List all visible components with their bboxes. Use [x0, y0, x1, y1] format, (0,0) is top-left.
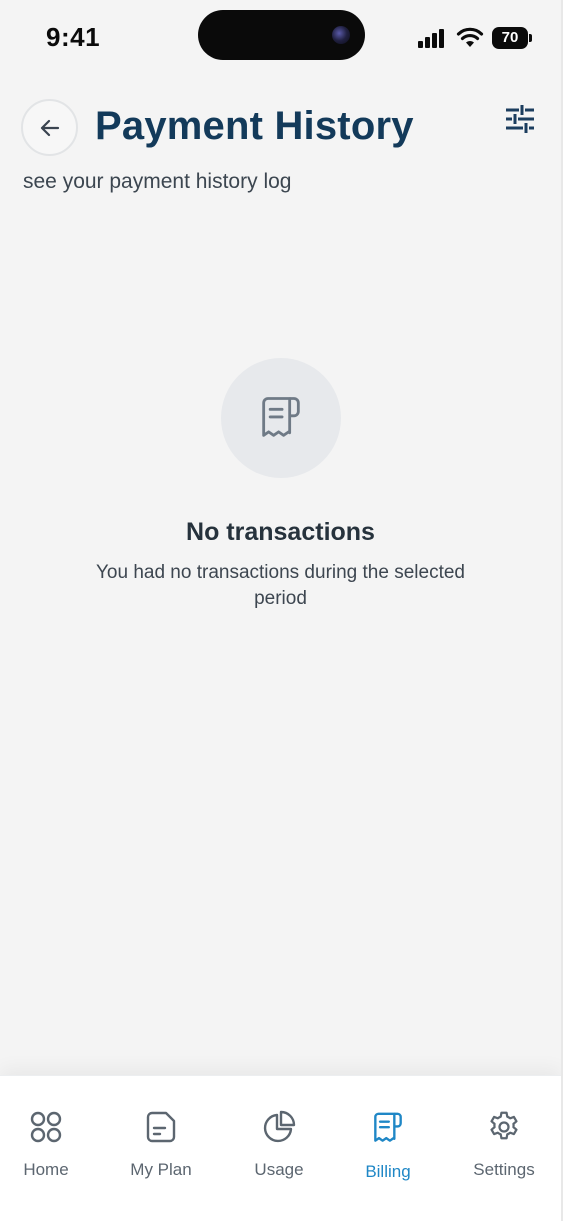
empty-state-title: No transactions [186, 518, 375, 546]
signal-icon [418, 28, 448, 48]
tab-usage[interactable]: Usage [243, 1076, 315, 1221]
status-bar: 9:41 70 [0, 0, 561, 80]
dynamic-island [198, 10, 365, 60]
empty-state-icon-container [221, 358, 341, 478]
empty-state-message: You had no transactions during the selec… [95, 562, 465, 609]
page-title: Payment History [95, 104, 414, 148]
back-button[interactable] [21, 99, 78, 156]
grid-icon [30, 1111, 62, 1143]
arrow-left-icon [40, 119, 59, 136]
tab-home[interactable]: Home [16, 1076, 76, 1221]
tab-my-plan[interactable]: My Plan [121, 1076, 201, 1221]
page-subtitle: see your payment history log [23, 170, 292, 193]
tab-usage-label: Usage [254, 1160, 304, 1179]
tab-billing[interactable]: Billing [356, 1076, 420, 1221]
wifi-icon [456, 27, 484, 47]
bottom-tab-bar: Home My Plan Usage Billing Settings [0, 1075, 561, 1221]
tab-settings[interactable]: Settings [466, 1076, 542, 1221]
camera-icon [332, 26, 350, 44]
tab-my-plan-label: My Plan [130, 1160, 192, 1179]
battery-level: 70 [492, 27, 528, 49]
tab-home-label: Home [23, 1160, 69, 1179]
tab-billing-label: Billing [365, 1162, 411, 1181]
sliders-icon[interactable] [503, 103, 537, 135]
receipt-icon [262, 397, 300, 437]
pie-chart-icon [263, 1110, 296, 1143]
tab-settings-label: Settings [473, 1160, 535, 1179]
status-time: 9:41 [46, 22, 101, 52]
app-screen: 9:41 70 Payment History see your payment… [0, 0, 561, 1221]
gear-icon [490, 1111, 518, 1140]
battery-icon: 70 [492, 27, 532, 49]
document-icon [146, 1111, 176, 1143]
receipt-icon [374, 1112, 402, 1142]
